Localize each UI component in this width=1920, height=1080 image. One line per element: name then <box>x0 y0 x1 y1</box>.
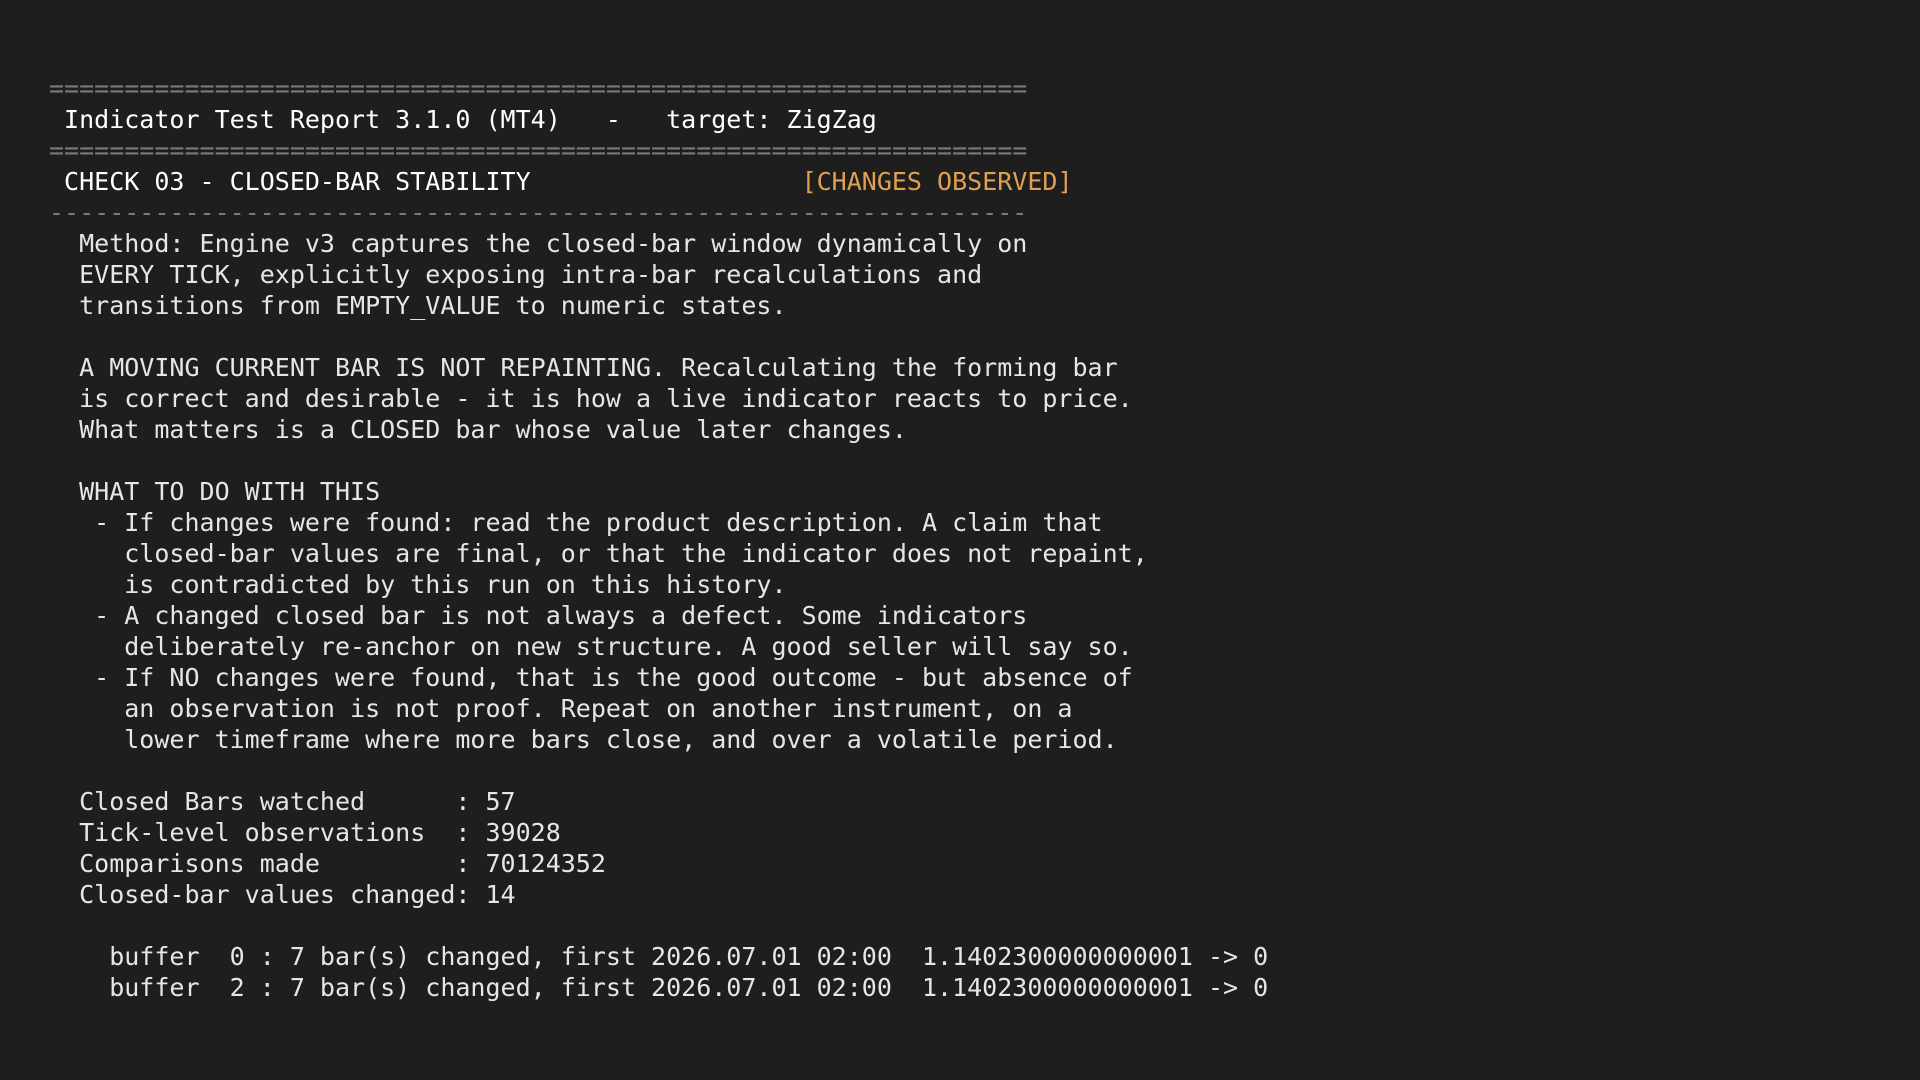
guidance-item: lower timeframe where more bars close, a… <box>49 725 1118 754</box>
repaint-note-line: A MOVING CURRENT BAR IS NOT REPAINTING. … <box>49 353 1118 382</box>
guidance-item: is contradicted by this run on this hist… <box>49 570 787 599</box>
single-rule: ----------------------------------------… <box>49 198 1028 227</box>
stat-closed-bars-watched: Closed Bars watched : 57 <box>49 787 516 816</box>
check-heading-line: CHECK 03 - CLOSED-BAR STABILITY [CHANGES… <box>49 166 1889 197</box>
double-rule-top: ========================================… <box>49 74 1028 103</box>
repaint-note-line: What matters is a CLOSED bar whose value… <box>49 415 907 444</box>
buffer-change-row: buffer 0 : 7 bar(s) changed, first 2026.… <box>49 942 1269 971</box>
stat-tick-observations: Tick-level observations : 39028 <box>49 818 561 847</box>
status-badge: [CHANGES OBSERVED] <box>801 167 1073 196</box>
report-title: Indicator Test Report 3.1.0 (MT4) - targ… <box>49 105 877 134</box>
method-line: Method: Engine v3 captures the closed-ba… <box>49 229 1028 258</box>
repaint-note-line: is correct and desirable - it is how a l… <box>49 384 1133 413</box>
method-line: EVERY TICK, explicitly exposing intra-ba… <box>49 260 983 289</box>
guidance-item: an observation is not proof. Repeat on a… <box>49 694 1073 723</box>
guidance-item: - If NO changes were found, that is the … <box>49 663 1133 692</box>
guidance-item: deliberately re-anchor on new structure.… <box>49 632 1133 661</box>
guidance-item: - If changes were found: read the produc… <box>49 508 1103 537</box>
guidance-heading: WHAT TO DO WITH THIS <box>49 477 381 506</box>
method-line: transitions from EMPTY_VALUE to numeric … <box>49 291 787 320</box>
buffer-change-row: buffer 2 : 7 bar(s) changed, first 2026.… <box>49 973 1269 1002</box>
check-heading: CHECK 03 - CLOSED-BAR STABILITY <box>49 167 802 196</box>
guidance-item: closed-bar values are final, or that the… <box>49 539 1148 568</box>
stat-comparisons-made: Comparisons made : 70124352 <box>49 849 606 878</box>
guidance-item: - A changed closed bar is not always a d… <box>49 601 1028 630</box>
terminal-output: ========================================… <box>49 73 1889 1003</box>
stat-values-changed: Closed-bar values changed: 14 <box>49 880 516 909</box>
double-rule-bottom: ========================================… <box>49 136 1028 165</box>
